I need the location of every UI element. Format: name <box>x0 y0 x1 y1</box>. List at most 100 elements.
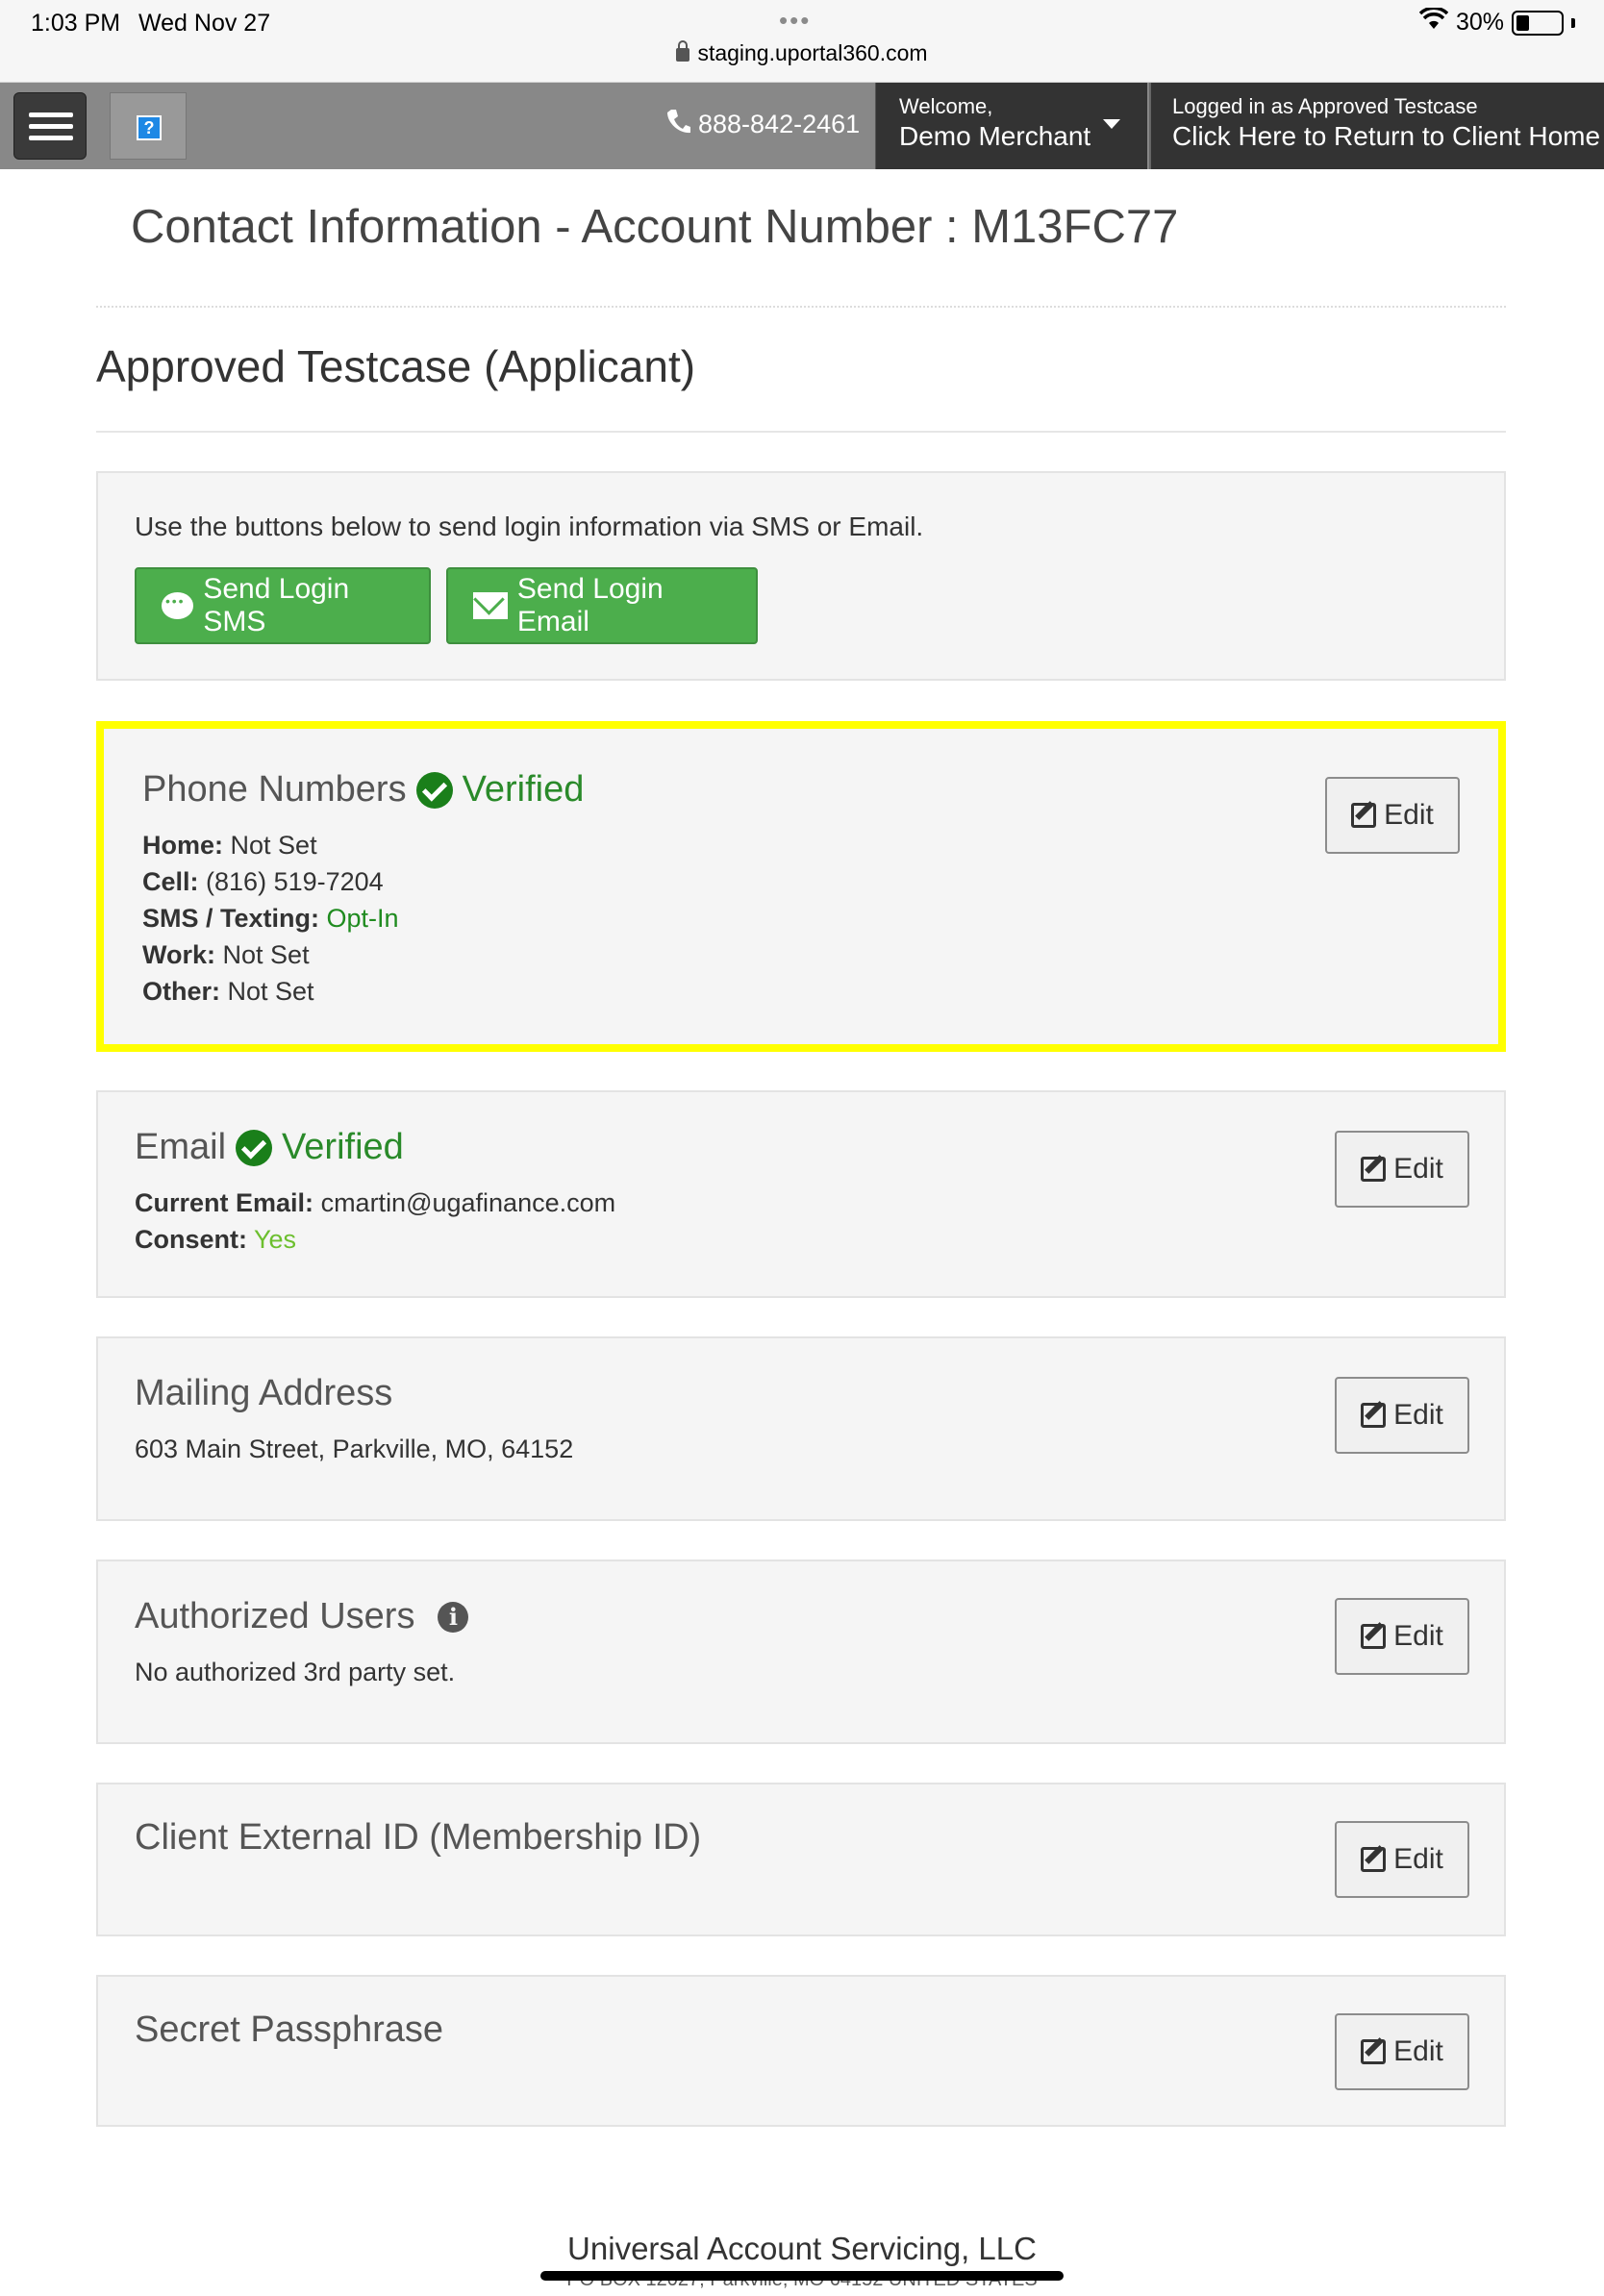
battery-icon <box>1512 10 1564 36</box>
battery-fill <box>1516 14 1529 31</box>
top-navbar: ? 888-842-2461 Welcome, Demo Merchant Lo… <box>0 83 1604 169</box>
hamburger-menu-button[interactable] <box>13 92 87 160</box>
send-login-email-label: Send Login Email <box>516 573 664 637</box>
mailing-address-value: 603 Main Street, Parkville, MO, 64152 <box>135 1435 574 1463</box>
logged-in-as-label: Logged in as Approved Testcase <box>1172 94 1478 118</box>
edit-phone-numbers-button[interactable]: Edit <box>1325 777 1460 854</box>
work-phone-label: Work: <box>142 940 216 969</box>
secret-passphrase-panel: Secret Passphrase Edit <box>96 1975 1506 2127</box>
divider <box>96 306 1506 308</box>
edit-label: Edit <box>1393 1843 1443 1875</box>
edit-mailing-address-button[interactable]: Edit <box>1335 1377 1469 1454</box>
sms-texting-value: Opt-In <box>326 904 399 933</box>
authorized-users-heading: Authorized Users i <box>135 1596 469 1637</box>
send-login-instructions: Use the buttons below to send login info… <box>135 512 924 541</box>
status-date: Wed Nov 27 <box>138 10 271 37</box>
menu-bar-icon <box>29 112 73 117</box>
work-phone-value: Not Set <box>222 940 310 969</box>
home-phone-value: Not Set <box>230 831 317 860</box>
address-bar[interactable]: staging.uportal360.com <box>0 40 1604 66</box>
phone-icon <box>665 108 690 141</box>
verified-label: Verified <box>462 769 585 810</box>
send-login-panel: Use the buttons below to send login info… <box>96 471 1506 681</box>
support-phone-number: 888-842-2461 <box>698 110 861 138</box>
phone-numbers-title: Phone Numbers <box>142 769 407 810</box>
other-phone-label: Other: <box>142 977 220 1006</box>
other-phone: Other: Not Set <box>142 977 314 1007</box>
edit-email-button[interactable]: Edit <box>1335 1131 1469 1208</box>
phone-numbers-heading: Phone Numbers Verified <box>142 769 584 811</box>
edit-label: Edit <box>1393 2035 1443 2067</box>
send-login-sms-button[interactable]: Send Login SMS <box>135 567 431 644</box>
client-external-id-heading: Client External ID (Membership ID) <box>135 1817 702 1858</box>
secret-passphrase-heading: Secret Passphrase <box>135 2009 444 2050</box>
home-phone: Home: Not Set <box>142 831 317 861</box>
authorized-users-value: No authorized 3rd party set. <box>135 1658 456 1686</box>
footer-company-name: Universal Account Servicing, LLC <box>567 2231 1037 2266</box>
work-phone: Work: Not Set <box>142 940 310 970</box>
email-panel: Email Verified Current Email: cmartin@ug… <box>96 1090 1506 1298</box>
sms-texting: SMS / Texting: Opt-In <box>142 904 399 934</box>
send-login-sms-label: Send Login SMS <box>203 573 350 637</box>
consent-value: Yes <box>254 1225 297 1254</box>
user-dropdown[interactable]: Welcome, Demo Merchant <box>875 83 1147 169</box>
cell-phone: Cell: (816) 519-7204 <box>142 867 384 897</box>
support-phone-link[interactable]: 888-842-2461 <box>665 108 860 141</box>
envelope-icon <box>473 592 508 619</box>
info-icon[interactable]: i <box>438 1601 469 1633</box>
status-time: 1:03 PM <box>31 10 121 37</box>
check-circle-icon <box>415 771 453 809</box>
chat-icon <box>162 592 194 619</box>
phone-numbers-panel: Phone Numbers Verified Home: Not Set Cel… <box>96 721 1506 1052</box>
current-email: Current Email: cmartin@ugafinance.com <box>135 1188 615 1218</box>
menu-bar-icon <box>29 124 73 129</box>
edit-icon <box>1361 1157 1387 1182</box>
mailing-address-panel: Mailing Address 603 Main Street, Parkvil… <box>96 1336 1506 1521</box>
edit-label: Edit <box>1393 1153 1443 1185</box>
edit-client-external-id-button[interactable]: Edit <box>1335 1821 1469 1898</box>
return-home-label: Click Here to Return to Client Home <box>1172 121 1601 151</box>
current-email-value: cmartin@ugafinance.com <box>320 1188 616 1217</box>
edit-icon <box>1361 1847 1387 1872</box>
battery-tip <box>1571 17 1575 28</box>
multitasking-dots-icon[interactable]: ••• <box>779 6 811 36</box>
return-to-client-home-link[interactable]: Logged in as Approved Testcase Click Her… <box>1149 83 1604 169</box>
help-button[interactable]: ? <box>110 92 187 160</box>
divider <box>96 431 1506 433</box>
verified-label: Verified <box>282 1127 404 1167</box>
other-phone-value: Not Set <box>227 977 314 1006</box>
merchant-name: Demo Merchant <box>899 121 1091 151</box>
authorized-users-panel: Authorized Users i No authorized 3rd par… <box>96 1560 1506 1744</box>
lock-icon <box>676 40 690 62</box>
applicant-heading: Approved Testcase (Applicant) <box>96 341 696 391</box>
current-email-label: Current Email: <box>135 1188 314 1217</box>
edit-label: Edit <box>1393 1620 1443 1652</box>
ios-status-bar: 1:03 PM Wed Nov 27 ••• 30% staging.uport… <box>0 0 1604 83</box>
menu-bar-icon <box>29 136 73 140</box>
authorized-users-title: Authorized Users <box>135 1596 415 1636</box>
mailing-address-heading: Mailing Address <box>135 1373 393 1413</box>
edit-icon <box>1361 1624 1387 1649</box>
send-login-email-button[interactable]: Send Login Email <box>446 567 758 644</box>
edit-secret-passphrase-button[interactable]: Edit <box>1335 2013 1469 2090</box>
check-circle-icon <box>236 1129 273 1166</box>
edit-icon <box>1361 1403 1387 1428</box>
caret-down-icon <box>1103 119 1120 129</box>
question-icon: ? <box>137 115 162 140</box>
edit-label: Edit <box>1384 799 1434 831</box>
status-right: 30% <box>1418 6 1575 37</box>
home-indicator[interactable] <box>540 2271 1064 2281</box>
url-text: staging.uportal360.com <box>697 40 928 65</box>
edit-authorized-users-button[interactable]: Edit <box>1335 1598 1469 1675</box>
consent-label: Consent: <box>135 1225 247 1254</box>
edit-icon <box>1361 2039 1387 2064</box>
email-consent: Consent: Yes <box>135 1225 296 1255</box>
wifi-icon <box>1418 6 1449 37</box>
client-external-id-panel: Client External ID (Membership ID) Edit <box>96 1783 1506 1936</box>
sms-texting-label: SMS / Texting: <box>142 904 320 933</box>
edit-icon <box>1351 803 1377 828</box>
email-title: Email <box>135 1127 227 1167</box>
email-heading: Email Verified <box>135 1127 404 1168</box>
battery-percent: 30% <box>1455 9 1504 36</box>
cell-phone-value: (816) 519-7204 <box>206 867 384 896</box>
